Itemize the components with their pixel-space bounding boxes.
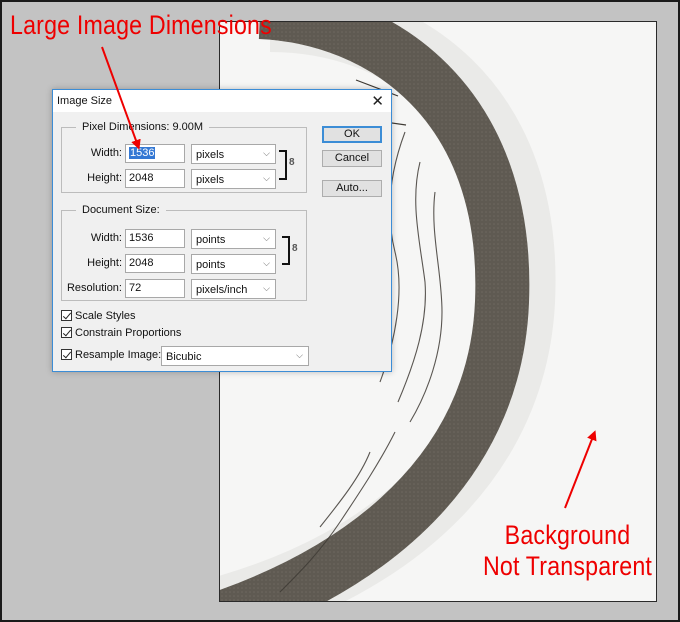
link-bracket	[282, 236, 290, 265]
resample-image-option[interactable]: Resample Image:	[61, 349, 161, 361]
chain-link-icon[interactable]: 8	[289, 157, 295, 168]
chevron-down-icon: ⌵	[263, 258, 270, 268]
annotation-background-not-transparent: Background Not Transparent	[479, 520, 655, 582]
annotation-line-2: Not Transparent	[482, 551, 653, 581]
cancel-button[interactable]: Cancel	[322, 150, 382, 167]
pixel-width-label: Width:	[90, 147, 122, 159]
chevron-down-icon: ⌵	[263, 283, 270, 293]
pixel-dimensions-label: Pixel Dimensions: 9.00M	[76, 121, 210, 133]
constrain-proportions-option[interactable]: Constrain Proportions	[61, 327, 181, 339]
constrain-proportions-checkbox[interactable]	[61, 327, 72, 338]
link-bracket	[279, 150, 287, 180]
pixel-dimensions-value: 9.00M	[172, 121, 204, 133]
resolution-input[interactable]: 72	[125, 279, 185, 298]
doc-height-unit-select[interactable]: points ⌵	[191, 254, 276, 274]
resample-method-select[interactable]: Bicubic ⌵	[161, 346, 309, 366]
chevron-down-icon: ⌵	[296, 350, 303, 360]
resolution-unit-select[interactable]: pixels/inch ⌵	[191, 279, 276, 299]
doc-width-label: Width:	[90, 232, 122, 244]
annotation-line-1: Background	[504, 520, 631, 550]
chevron-down-icon: ⌵	[263, 148, 270, 158]
close-icon[interactable]: ✕	[371, 92, 384, 110]
pixel-width-input[interactable]: 1536	[125, 144, 185, 163]
annotation-large-image-dimensions: Large Image Dimensions	[10, 10, 272, 40]
document-size-label: Document Size:	[76, 204, 166, 216]
document-size-group: Document Size: Width: 1536 points ⌵ Heig…	[61, 204, 307, 301]
resample-image-checkbox[interactable]	[61, 349, 72, 360]
image-size-dialog: Image Size ✕ Pixel Dimensions: 9.00M Wid…	[52, 89, 392, 372]
doc-width-input[interactable]: 1536	[125, 229, 185, 248]
chevron-down-icon: ⌵	[263, 233, 270, 243]
pixel-height-unit-select[interactable]: pixels ⌵	[191, 169, 276, 189]
scale-styles-option[interactable]: Scale Styles	[61, 310, 136, 322]
doc-height-label: Height:	[87, 257, 122, 269]
pixel-height-label: Height:	[87, 172, 122, 184]
pixel-width-unit-select[interactable]: pixels ⌵	[191, 144, 276, 164]
chain-link-icon[interactable]: 8	[292, 243, 298, 254]
pixel-height-input[interactable]: 2048	[125, 169, 185, 188]
doc-height-input[interactable]: 2048	[125, 254, 185, 273]
dialog-titlebar[interactable]: Image Size ✕	[53, 90, 391, 112]
chevron-down-icon: ⌵	[263, 173, 270, 183]
ok-button[interactable]: OK	[322, 126, 382, 143]
dialog-title: Image Size	[57, 95, 113, 107]
resolution-label: Resolution:	[66, 282, 122, 294]
doc-width-unit-select[interactable]: points ⌵	[191, 229, 276, 249]
scale-styles-checkbox[interactable]	[61, 310, 72, 321]
auto-button[interactable]: Auto...	[322, 180, 382, 197]
pixel-dimensions-group: Pixel Dimensions: 9.00M Width: 1536 pixe…	[61, 121, 307, 193]
